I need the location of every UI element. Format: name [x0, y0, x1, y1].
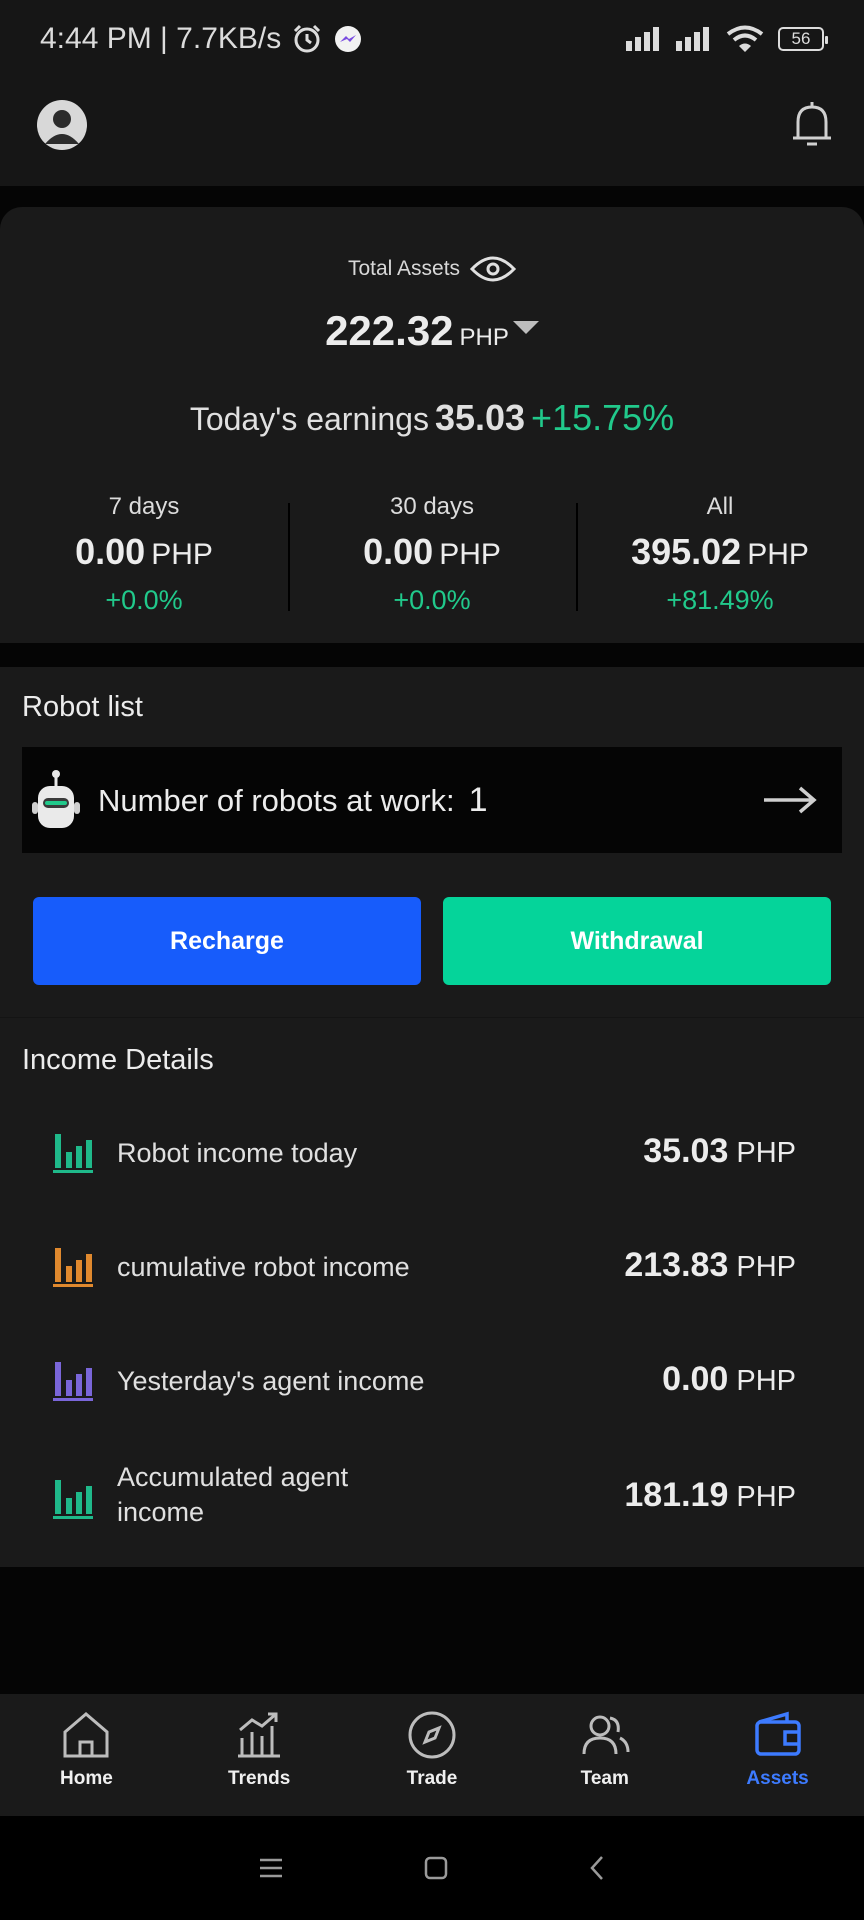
today-earnings-label: Today's earnings — [189, 401, 429, 437]
robot-section: Robot list Number of robots at work: 1 Re… — [0, 667, 864, 1017]
battery-level: 56 — [791, 29, 811, 48]
assets-summary-card: Total Assets 222.32 PHP Today's earnings 3… — [0, 207, 864, 643]
compass-icon — [408, 1711, 456, 1759]
income-label: Robot income today — [117, 1138, 358, 1168]
period-all: All 395.02 PHP +81.49% — [576, 487, 864, 627]
income-value: 0.00 PHP — [662, 1360, 796, 1398]
total-assets-label: Total Assets — [347, 257, 461, 280]
total-assets-amount: 222.32 — [325, 307, 454, 354]
alarm-icon — [294, 24, 321, 53]
period-change: +0.0% — [393, 585, 471, 615]
income-row-yesterday-agent[interactable]: Yesterday's agent income 0.00 PHP — [0, 1336, 864, 1426]
income-label: Accumulated agent income — [117, 1462, 349, 1527]
home-square-icon[interactable] — [424, 1856, 448, 1880]
income-label: cumulative robot income — [117, 1252, 410, 1282]
robots-at-work-text: Number of robots at work: 1 — [98, 781, 488, 820]
recharge-button[interactable]: Recharge — [33, 897, 421, 985]
today-earnings-value: 35.03 — [434, 397, 526, 438]
bar-chart-icon — [53, 1480, 93, 1519]
income-details-section: Income Details Robot income today 35.03 P… — [0, 1017, 864, 1567]
home-icon — [63, 1712, 109, 1758]
user-icon — [45, 110, 79, 144]
income-label: Yesterday's agent income — [117, 1366, 425, 1396]
messenger-icon — [335, 26, 362, 52]
period-value: 0.00 PHP — [75, 531, 213, 572]
signal-icon — [676, 27, 709, 51]
income-details-title: Income Details — [22, 1044, 214, 1076]
income-value: 181.19 PHP — [624, 1476, 796, 1514]
nav-team[interactable]: Team — [518, 1694, 691, 1816]
period-change: +81.49% — [666, 585, 774, 615]
nav-trends[interactable]: Trends — [173, 1694, 346, 1816]
bottom-nav: Home Trends Trade Team Assets — [0, 1694, 864, 1816]
bar-chart-icon — [53, 1362, 93, 1401]
back-icon[interactable] — [588, 1855, 606, 1881]
income-value: 213.83 PHP — [624, 1246, 796, 1284]
currency-selector[interactable]: PHP — [460, 324, 509, 351]
app-header — [0, 78, 864, 186]
bell-icon[interactable] — [790, 98, 834, 150]
withdrawal-button[interactable]: Withdrawal — [443, 897, 831, 985]
total-assets-value: 222.32 PHP — [0, 307, 864, 355]
nav-label: Trade — [406, 1768, 458, 1789]
bar-chart-icon — [53, 1134, 93, 1173]
period-label: All — [706, 493, 734, 520]
team-icon — [582, 1715, 630, 1755]
robot-list-title: Robot list — [22, 691, 143, 723]
period-label: 30 days — [389, 493, 475, 520]
status-bar: 4:44 PM | 7.7KB/s 56 — [0, 0, 864, 78]
avatar[interactable] — [37, 100, 87, 150]
period-change: +0.0% — [105, 585, 183, 615]
today-earnings: Today's earnings 35.03 +15.75% — [0, 397, 864, 439]
chevron-down-icon[interactable] — [512, 321, 539, 335]
period-30-days: 30 days 0.00 PHP +0.0% — [288, 487, 576, 627]
battery-icon: 56 — [778, 27, 828, 51]
nav-label: Home — [60, 1768, 113, 1789]
signal-icon — [626, 27, 659, 51]
status-time: 4:44 PM | 7.7KB/s — [40, 22, 282, 55]
period-value: 0.00 PHP — [363, 531, 501, 572]
income-row-cumulative-robot[interactable]: cumulative robot income 213.83 PHP — [0, 1222, 864, 1312]
period-7-days: 7 days 0.00 PHP +0.0% — [0, 487, 288, 627]
robots-at-work-row[interactable]: Number of robots at work: 1 — [22, 747, 842, 853]
nav-label: Team — [580, 1768, 629, 1789]
nav-label: Assets — [746, 1768, 809, 1789]
period-value: 395.02 PHP — [631, 531, 809, 572]
today-earnings-change: +15.75% — [531, 397, 675, 438]
bar-chart-icon — [53, 1248, 93, 1287]
total-assets-header: Total Assets — [0, 255, 864, 283]
income-row-accumulated-agent[interactable]: Accumulated agent income 181.19 PHP — [0, 1450, 864, 1550]
robots-at-work-label: Number of robots at work: — [98, 782, 455, 818]
arrow-right-icon[interactable] — [762, 785, 818, 815]
eye-icon[interactable] — [470, 255, 517, 283]
nav-assets[interactable]: Assets — [691, 1694, 864, 1816]
wallet-icon — [754, 1711, 801, 1756]
nav-label: Trends — [228, 1768, 291, 1789]
robot-icon — [32, 770, 80, 828]
trends-icon — [238, 1712, 281, 1758]
wifi-icon — [726, 25, 764, 52]
period-label: 7 days — [108, 493, 180, 520]
menu-icon[interactable] — [258, 1857, 284, 1879]
period-stats: 7 days 0.00 PHP +0.0% 30 days 0.00 PHP +0.… — [0, 487, 864, 627]
system-nav-bar — [0, 1816, 864, 1920]
income-row-robot-today[interactable]: Robot income today 35.03 PHP — [0, 1108, 864, 1198]
robots-at-work-count: 1 — [468, 780, 488, 819]
nav-trade[interactable]: Trade — [346, 1694, 519, 1816]
income-value: 35.03 PHP — [643, 1132, 796, 1170]
nav-home[interactable]: Home — [0, 1694, 173, 1816]
